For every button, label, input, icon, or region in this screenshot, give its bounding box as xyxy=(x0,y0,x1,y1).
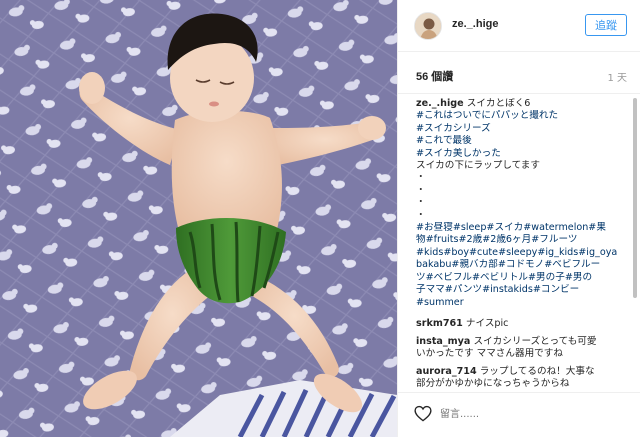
caption-line: ・ xyxy=(416,197,426,209)
caption-line[interactable]: #kids#boy#cute#sleepy#ig_kids#ig_oya xyxy=(416,247,624,259)
comment-text: 部分がかゆかゆになっちゃうからね xyxy=(416,378,570,390)
comment-item: insta_mya スイカシリーズとっても可愛 いかったです ママさん器用ですね xyxy=(416,336,616,361)
like-count[interactable]: 56 個讚 xyxy=(416,68,453,84)
post-footer xyxy=(398,392,640,437)
post-image xyxy=(0,0,397,437)
caption-line[interactable]: ツ#ベビフル#ベビリトル#男の子#男の xyxy=(416,272,624,284)
comment-item: srkm761 ナイスpic xyxy=(416,318,616,330)
heart-icon[interactable] xyxy=(414,405,432,422)
comment-username[interactable]: srkm761 xyxy=(416,318,463,329)
comment-text: ラップしてるのね！大事な xyxy=(479,366,595,377)
caption-title: スイカとぼく6 xyxy=(466,98,531,109)
caption-line: ・ xyxy=(416,184,426,196)
comment-scrollbar[interactable] xyxy=(632,96,638,392)
comment-item: aurora_714 ラップしてるのね！大事な 部分がかゆかゆになっちゃうからね xyxy=(416,366,616,391)
caption-line[interactable]: #スイカ美しかった xyxy=(416,148,624,160)
comment-text: スイカシリーズとっても可愛 xyxy=(473,336,597,347)
post-caption: ze._.hige スイカとぼく6 #これはついでにパパッと撮れた #スイカシリ… xyxy=(416,98,624,309)
comment-username[interactable]: insta_mya xyxy=(416,336,470,347)
post-time[interactable]: 1 天 xyxy=(607,69,627,84)
caption-line: ・ xyxy=(416,209,426,221)
post-photo[interactable] xyxy=(0,0,397,437)
caption-line[interactable]: #summer xyxy=(416,297,624,309)
caption-line[interactable]: 物#fruits#2歳#2歳6ヶ月#フルーツ xyxy=(416,234,624,246)
comment-input[interactable] xyxy=(440,403,626,425)
avatar[interactable] xyxy=(414,12,442,40)
follow-button[interactable]: 追蹤 xyxy=(585,14,627,36)
comment-text: ナイスpic xyxy=(465,318,509,329)
caption-line[interactable]: #お昼寝#sleep#スイカ#watermelon#果 xyxy=(416,222,624,234)
post-username[interactable]: ze._.hige xyxy=(452,18,498,30)
caption-line[interactable]: #これで最後 xyxy=(416,135,624,147)
comment-username[interactable]: aurora_714 xyxy=(416,366,477,377)
post-stats: 56 個讚 1 天 xyxy=(398,52,640,94)
post-sidebar: ze._.hige 追蹤 56 個讚 1 天 ze._.hige スイカとぼく6… xyxy=(397,0,640,437)
caption-line: ・ xyxy=(416,172,426,184)
caption-line[interactable]: bakabu#親バカ部#コドモノ#ベビフルー xyxy=(416,259,624,271)
caption-line: スイカの下にラップしてます xyxy=(416,160,540,172)
scroll-thumb[interactable] xyxy=(633,98,637,298)
comment-text: いかったです ママさん器用ですね xyxy=(416,348,563,360)
caption-username[interactable]: ze._.hige xyxy=(416,98,464,109)
avatar-image xyxy=(415,13,441,39)
caption-header-line: ze._.hige スイカとぼく6 xyxy=(416,98,624,110)
post-header: ze._.hige 追蹤 xyxy=(398,0,640,52)
caption-line[interactable]: #これはついでにパパッと撮れた xyxy=(416,110,624,122)
caption-line[interactable]: 子ママ#パンツ#instakids#コンビー xyxy=(416,284,624,296)
comment-list: ze._.hige スイカとぼく6 #これはついでにパパッと撮れた #スイカシリ… xyxy=(398,96,634,392)
caption-line[interactable]: #スイカシリーズ xyxy=(416,123,624,135)
